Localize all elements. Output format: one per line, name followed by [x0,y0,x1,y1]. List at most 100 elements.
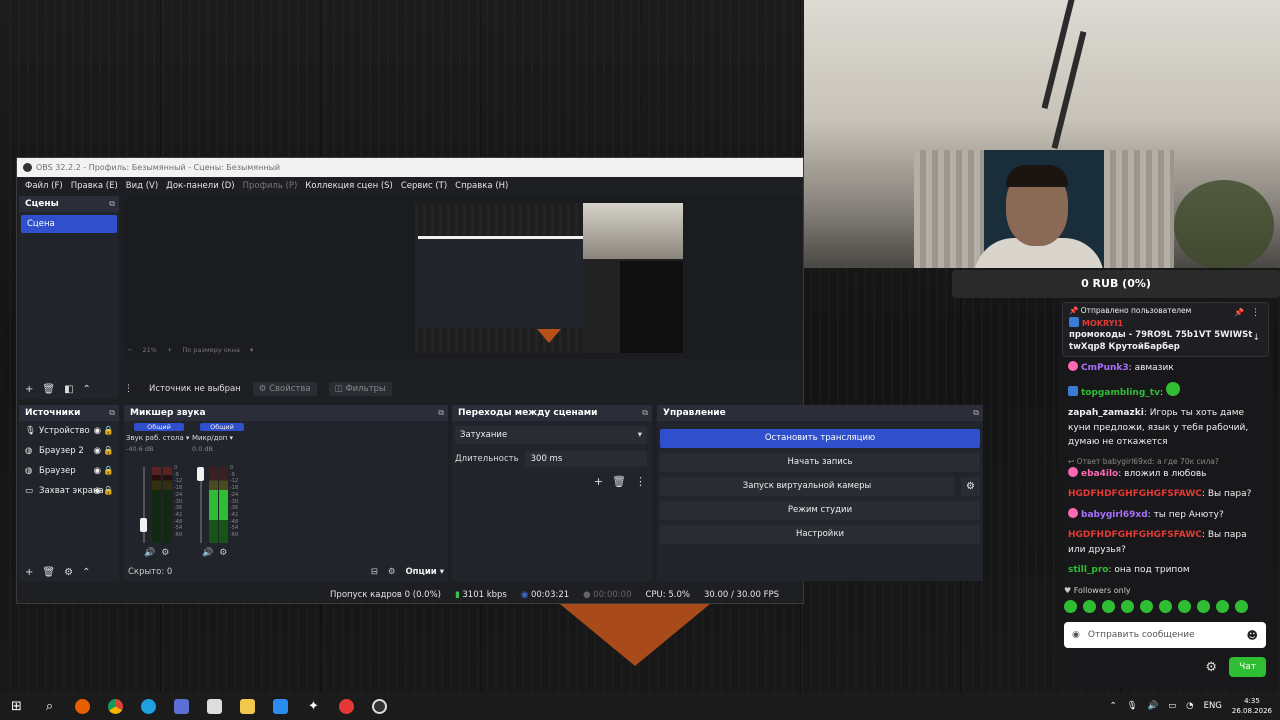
chat-username[interactable]: still_pro [1068,565,1108,575]
pinned-user[interactable]: MOKRYI1 [1069,317,1262,328]
advanced-audio-icon[interactable]: ⚙ [388,567,396,577]
visibility-eye-icon[interactable]: ◉ [94,486,101,496]
chevron-down-icon[interactable]: ↓ [1252,333,1260,343]
chat-send-button[interactable]: Чат [1229,657,1266,677]
remove-source-icon[interactable]: 🗑 [42,567,55,578]
menu-help[interactable]: Справка (H) [451,181,512,191]
visibility-eye-icon[interactable]: ◉ [94,466,101,476]
yandex-icon[interactable] [330,692,363,720]
add-source-icon[interactable]: + [25,567,33,578]
chevron-down-icon[interactable]: ▾ [250,346,253,354]
menu-tools[interactable]: Сервис (T) [397,181,451,191]
zoom-out-icon[interactable]: − [127,346,132,354]
properties-button[interactable]: ⚙ Свойства [252,382,317,396]
lock-icon[interactable]: 🔒 [103,446,114,456]
speaker-icon[interactable]: 🔊 [202,548,213,558]
chat-username[interactable]: zapah_zamazki [1068,408,1144,418]
sparkle-icon[interactable]: ✦ [297,692,330,720]
remove-transition-icon[interactable]: 🗑 [612,475,626,488]
source-item[interactable]: ▭ Захват экрана ◉ 🔒 [19,481,119,501]
preview-area[interactable]: − 21% + По размеру окна ▾ [124,196,802,359]
chrome-icon[interactable] [99,692,132,720]
lock-icon[interactable]: 🔒 [103,426,114,436]
virtual-cam-button[interactable]: Запуск виртуальной камеры [660,477,954,496]
zoom-fit-select[interactable]: По размеру окна [182,346,240,354]
pin-icon[interactable]: 📌 [1234,308,1244,317]
move-up-icon[interactable]: ⌃ [83,384,91,395]
channel-name-select[interactable]: Микр/доп ▾ [192,434,254,442]
volume-icon[interactable]: 🔊 [1148,701,1159,711]
mail-icon[interactable] [264,692,297,720]
move-up-icon[interactable]: ⌃ [82,567,90,578]
menu-docks[interactable]: Док-панели (D) [162,181,238,191]
save-icon[interactable] [165,692,198,720]
visibility-eye-icon[interactable]: ◉ [94,426,101,436]
chat-username[interactable]: HGDFHDFGHFGHGFSFAWC [1068,530,1202,540]
emoji-icon[interactable]: ☻ [1247,629,1258,642]
search-icon[interactable]: ⌕ [33,692,66,720]
scene-filters-icon[interactable]: ◧ [64,384,73,395]
more-options-icon[interactable]: ⋮ [635,475,646,488]
preview-canvas[interactable] [415,203,683,353]
emote-icon[interactable] [1235,600,1248,613]
volume-slider-knob[interactable] [140,518,147,532]
chat-username[interactable]: CmPunk3 [1081,363,1129,373]
mic-icon[interactable]: 🎙 [1127,701,1138,711]
language-indicator[interactable]: ENG [1204,701,1222,711]
chat-username[interactable]: babygirl69xd [1081,510,1148,520]
obs-window[interactable]: OBS 32.2.2 - Профиль: Безымянный - Сцены… [16,157,983,604]
emote-icon[interactable] [1083,600,1096,613]
chat-badge-icon[interactable]: ◉ [1072,630,1080,640]
scene-item[interactable]: Сцена [21,215,117,233]
lock-icon[interactable]: 🔒 [103,486,114,496]
menu-view[interactable]: Вид (V) [122,181,162,191]
chat-username[interactable]: topgambling_tv [1081,388,1160,398]
zoom-in-icon[interactable]: + [167,346,172,354]
studio-mode-button[interactable]: Режим студии [660,501,980,520]
emote-icon[interactable] [1121,600,1134,613]
menu-scene-collection[interactable]: Коллекция сцен (S) [301,181,397,191]
wifi-icon[interactable]: ◔ [1186,701,1193,711]
start-record-button[interactable]: Начать запись [660,453,980,472]
channel-name-select[interactable]: Звук раб. стола ▾ [126,434,189,442]
mixer-options-button[interactable]: Опции ▾ [405,567,444,577]
lock-icon[interactable]: 🔒 [103,466,114,476]
battery-icon[interactable]: ▭ [1168,701,1176,711]
source-settings-icon[interactable]: ⚙ [64,567,73,578]
transition-select[interactable]: Затухание [455,426,647,444]
gear-icon[interactable]: ⚙ [161,548,169,558]
volume-slider-knob[interactable] [197,467,204,481]
obs-app-icon[interactable] [363,692,396,720]
source-toolbar-menu-icon[interactable]: ⋮ [124,384,133,394]
emote-icon[interactable] [1178,600,1191,613]
chevron-up-icon[interactable]: ⌃ [1110,701,1117,711]
speaker-icon[interactable]: 🔊 [144,548,155,558]
folder-icon[interactable] [231,692,264,720]
add-transition-icon[interactable]: + [594,475,603,488]
chat-username[interactable]: eba4ilo [1081,469,1118,479]
source-item[interactable]: ◍ Браузер 2 ◉ 🔒 [19,441,119,461]
undock-icon[interactable]: ⧉ [109,405,115,421]
emote-icon[interactable] [1140,600,1153,613]
menu-file[interactable]: Файл (F) [21,181,67,191]
windows-start-icon[interactable]: ⊞ [0,692,33,720]
menu-profile[interactable]: Профиль (P) [239,181,302,191]
virtual-cam-settings-icon[interactable]: ⚙ [961,477,980,496]
gear-icon[interactable]: ⚙ [1205,660,1217,675]
layout-icon[interactable]: ⊟ [371,567,378,577]
visibility-eye-icon[interactable]: ◉ [94,446,101,456]
emote-icon[interactable] [1159,600,1172,613]
duration-input[interactable]: 300 ms [524,451,647,467]
chat-username[interactable]: HGDFHDFGHFGHGFSFAWC [1068,489,1202,499]
edge-icon[interactable] [132,692,165,720]
undock-icon[interactable]: ⧉ [642,405,648,421]
source-item[interactable]: 🎙 Устройство ◉ 🔒 [19,421,119,441]
emote-icon[interactable] [1216,600,1229,613]
chat-input[interactable]: ◉ Отправить сообщение ☻ [1064,622,1266,648]
undock-icon[interactable]: ⧉ [973,405,979,421]
filters-button[interactable]: ◫ Фильтры [328,382,392,396]
settings-button[interactable]: Настройки [660,525,980,544]
stop-stream-button[interactable]: Остановить трансляцию [660,429,980,448]
more-options-icon[interactable]: ⋮ [1251,308,1260,318]
clock[interactable]: 4:35 26.08.2026 [1232,696,1272,716]
